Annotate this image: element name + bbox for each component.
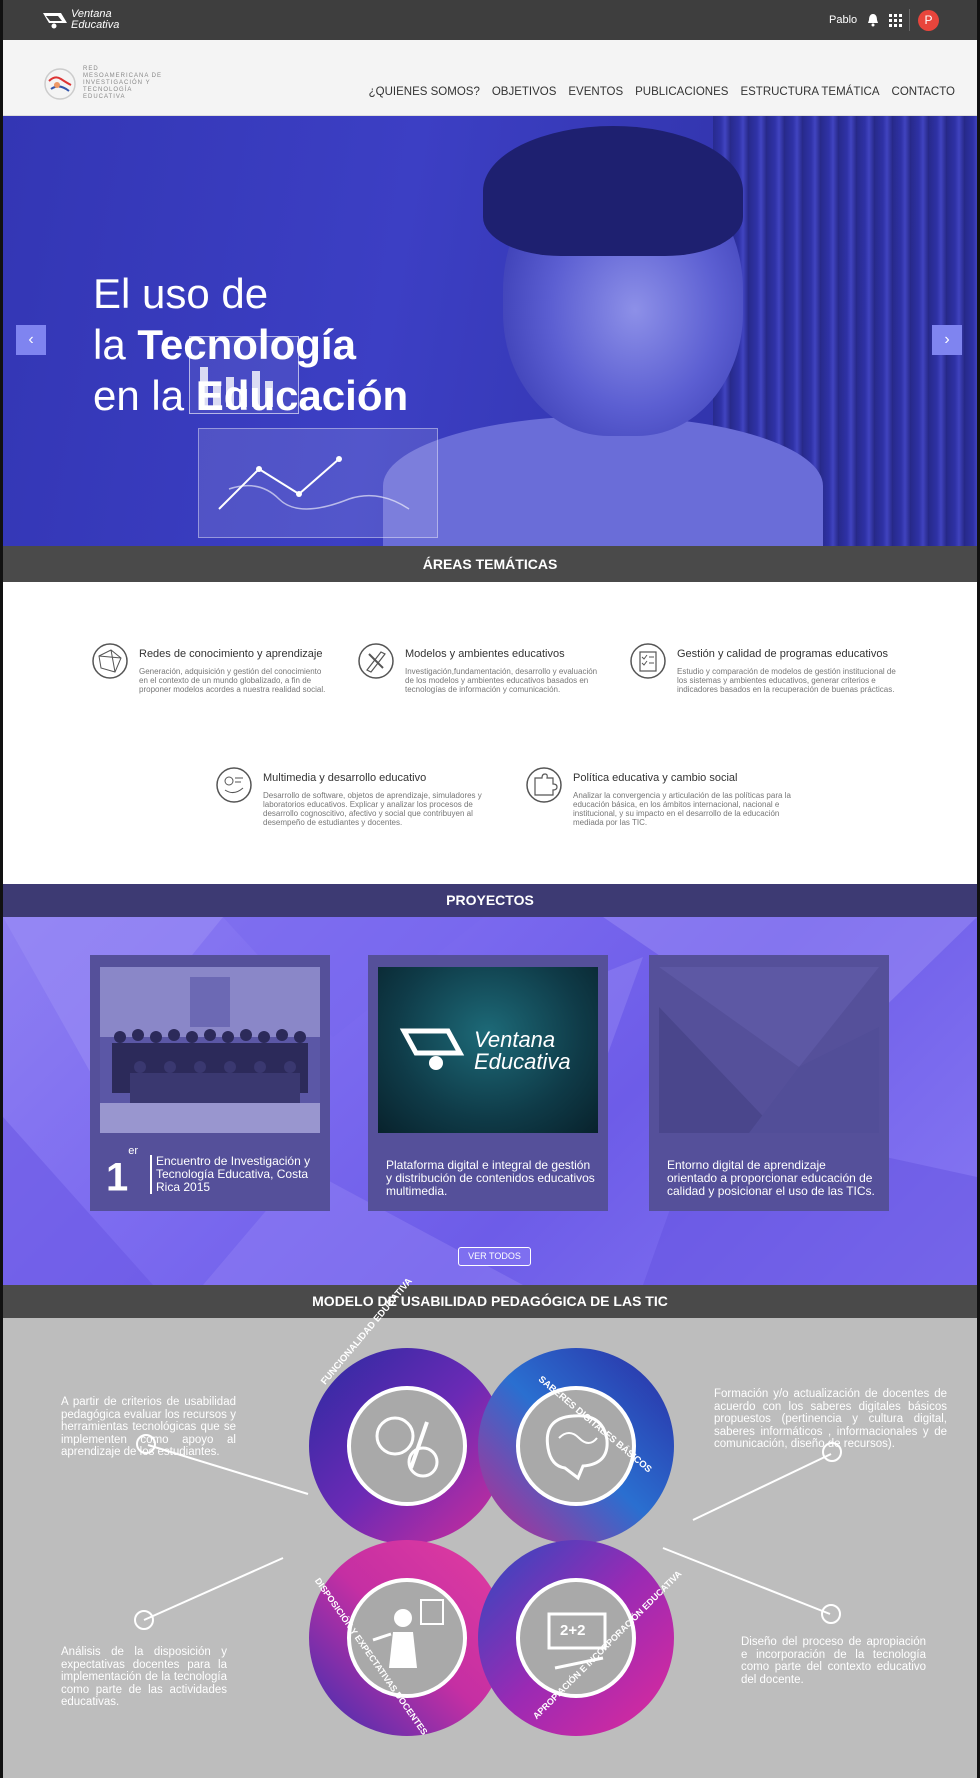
areas-section: Redes de conocimiento y aprendizaje Gene…: [3, 582, 977, 884]
area-title: Política educativa y cambio social: [573, 772, 738, 784]
proyectos-header: PROYECTOS: [3, 884, 977, 917]
nav-item-publicaciones[interactable]: PUBLICACIONES: [635, 86, 728, 98]
ventana-logo-icon: [43, 13, 67, 29]
apps-grid-icon[interactable]: [889, 14, 902, 27]
area-desc: Investigación,fundamentación, desarrollo…: [405, 667, 598, 694]
area-title: Redes de conocimiento y aprendizaje: [139, 648, 323, 660]
ver-todos-button[interactable]: VER TODOS: [458, 1247, 531, 1266]
main-nav: RED MESOAMERICANA DE INVESTIGACIÓN Y TEC…: [3, 40, 977, 116]
multimedia-icon: [216, 767, 252, 803]
project-text: Plataforma digital e integral de gestión…: [386, 1158, 595, 1198]
areas-header: ÁREAS TEMÁTICAS: [3, 546, 977, 582]
slider-prev-button[interactable]: ‹: [16, 325, 46, 355]
user-name[interactable]: Pablo: [829, 14, 857, 26]
nav-menu: ¿QUIENES SOMOS? OBJETIVOS EVENTOS PUBLIC…: [369, 86, 955, 98]
area-title: Gestión y calidad de programas educativo…: [677, 648, 888, 660]
hero-line-2: la Tecnología: [93, 319, 408, 370]
hero-headline: El uso de la Tecnología en la Educación: [93, 268, 408, 421]
ventana-logo-line1: Ventana: [474, 1027, 556, 1052]
network-icon: [92, 643, 128, 679]
project-card-ventana[interactable]: Ventana Educativa Plataforma digital e i…: [368, 955, 608, 1211]
logo-text-line2: Educativa: [71, 19, 120, 31]
bell-icon[interactable]: [867, 13, 879, 27]
slider-next-button[interactable]: ›: [932, 325, 962, 355]
ordinal-number: 1: [106, 1155, 129, 1200]
ventana-educativa-logo[interactable]: Ventana Educativa: [41, 7, 141, 33]
group-photo-image: [100, 967, 320, 1133]
modelo-header: MODELO DE USABILIDAD PEDAGÓGICA DE LAS T…: [3, 1285, 977, 1318]
area-multimedia[interactable]: Multimedia y desarrollo educativo Desarr…: [215, 766, 487, 827]
nav-item-estructura-tematica[interactable]: ESTRUCTURA TEMÁTICA: [740, 86, 879, 98]
nav-item-eventos[interactable]: EVENTOS: [568, 86, 623, 98]
hero-line-1: El uso de: [93, 270, 269, 317]
area-title: Multimedia y desarrollo educativo: [263, 772, 427, 784]
checklist-icon: [630, 643, 666, 679]
hero-slider: El uso de la Tecnología en la Educación …: [3, 116, 977, 546]
top-bar: Ventana Educativa Pablo P: [3, 0, 977, 40]
logo-text: Ventana Educativa: [71, 9, 119, 31]
hero-line-3b: Educación: [195, 372, 409, 419]
ventana-educativa-image: Ventana Educativa: [378, 967, 598, 1133]
hero-map-graphic: [198, 428, 438, 538]
logo-caption: RED MESOAMERICANA DE INVESTIGACIÓN Y TEC…: [83, 66, 163, 100]
ventana-logo-line2: Educativa: [474, 1049, 571, 1074]
area-desc: Estudio y comparación de modelos de gest…: [677, 667, 896, 694]
area-gestion[interactable]: Gestión y calidad de programas educativo…: [629, 642, 903, 694]
connector-dot: [136, 1434, 156, 1454]
area-title: Modelos y ambientes educativos: [405, 648, 565, 660]
funcionalidad-icon: [347, 1386, 467, 1506]
topbar-divider: [909, 9, 910, 31]
connector-dot: [822, 1442, 842, 1462]
project-text: Entorno digital de aprendizaje orientado…: [667, 1158, 875, 1198]
hero-line-3: en la Educación: [93, 370, 408, 421]
teacher-icon: [347, 1578, 467, 1698]
ventana-logo-text: Ventana Educativa: [474, 1029, 571, 1073]
hero-line-2b: Tecnología: [137, 321, 356, 368]
globe-logo-icon: [44, 67, 76, 100]
modelo-section: A partir de criterios de usabilidad peda…: [3, 1276, 977, 1778]
tools-icon: [358, 643, 394, 679]
chalkboard-text: 2+2: [560, 1622, 586, 1639]
nav-item-quienes-somos[interactable]: ¿QUIENES SOMOS?: [369, 86, 480, 98]
modelo-heading: MODELO DE USABILIDAD PEDAGÓGICA DE LAS T…: [312, 1293, 668, 1309]
area-desc: Analizar la convergencia y articulación …: [573, 791, 791, 827]
hero-line-2a: la: [93, 321, 138, 368]
red-mesoamericana-logo[interactable]: RED MESOAMERICANA DE INVESTIGACIÓN Y TEC…: [43, 66, 163, 101]
project-card-encuentro[interactable]: 1er Encuentro de Investigación y Tecnolo…: [90, 955, 330, 1211]
puzzle-icon: [526, 767, 562, 803]
page: Ventana Educativa Pablo P RED MESOAMERIC…: [3, 0, 977, 1778]
avatar[interactable]: P: [918, 10, 939, 31]
project-number: 1er: [106, 1145, 138, 1200]
project-text: Encuentro de Investigación y Tecnología …: [150, 1155, 320, 1194]
proyectos-heading: PROYECTOS: [446, 892, 534, 908]
area-modelos[interactable]: Modelos y ambientes educativos Investiga…: [357, 642, 601, 694]
area-desc: Desarrollo de software, objetos de apren…: [263, 791, 482, 827]
project-card-entorno[interactable]: Entorno digital de aprendizaje orientado…: [649, 955, 889, 1211]
hero-student-hair: [483, 126, 743, 256]
usability-diagram: [134, 1348, 842, 1736]
area-politica[interactable]: Política educativa y cambio social Anali…: [525, 766, 795, 827]
ordinal-suffix: er: [128, 1145, 139, 1157]
hero-line-3a: en la: [93, 372, 196, 419]
nav-item-objetivos[interactable]: OBJETIVOS: [492, 86, 557, 98]
project-image-placeholder: [659, 967, 879, 1133]
connector-dot: [821, 1604, 841, 1624]
areas-heading: ÁREAS TEMÁTICAS: [422, 556, 558, 572]
area-desc: Generación, adquisición y gestión del co…: [139, 667, 326, 694]
area-redes[interactable]: Redes de conocimiento y aprendizaje Gene…: [91, 642, 331, 694]
nav-item-contacto[interactable]: CONTACTO: [892, 86, 955, 98]
